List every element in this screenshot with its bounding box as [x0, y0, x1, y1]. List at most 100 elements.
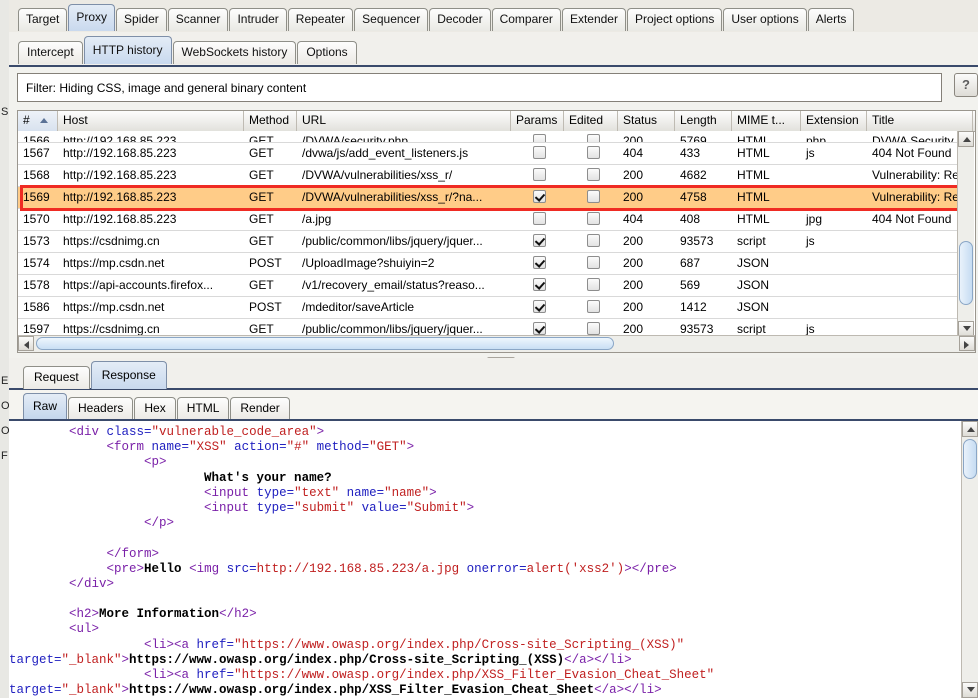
table-row[interactable]: 1586 https://mp.csdn.net POST/mdeditor/sav…	[18, 297, 959, 319]
params-checkbox-icon[interactable]	[533, 300, 546, 313]
params-checkbox-icon[interactable]	[533, 168, 546, 181]
tab-intercept[interactable]: Intercept	[18, 41, 83, 64]
table-row[interactable]: 1574 https://mp.csdn.net POST/UploadImage?…	[18, 253, 959, 275]
edited-checkbox-icon[interactable]	[586, 300, 600, 313]
edited-checkbox-icon[interactable]	[586, 146, 600, 159]
response-vertical-scrollbar[interactable]	[961, 421, 978, 698]
tab-project-options[interactable]: Project options	[626, 8, 723, 31]
tab-alerts[interactable]: Alerts	[807, 8, 855, 31]
tab-user-options[interactable]: User options	[723, 8, 807, 31]
horizontal-scroll-thumb[interactable]	[36, 337, 614, 350]
tab-render[interactable]: Render	[230, 397, 290, 419]
cell-url: /DVWA/vulnerabilities/xss_r/?na...	[302, 190, 483, 204]
tab-comparer[interactable]: Comparer	[491, 8, 561, 31]
scroll-left-arrow-icon[interactable]	[18, 336, 34, 351]
main-tab-row: Target Proxy Spider Scanner Intruder Repeater…	[18, 4, 855, 32]
table-vertical-scrollbar[interactable]	[957, 131, 974, 337]
params-checkbox-icon[interactable]	[533, 278, 546, 291]
edited-checkbox-icon[interactable]	[586, 278, 600, 291]
edited-checkbox-icon[interactable]	[586, 256, 600, 269]
table-row[interactable]: 1566 http://192.168.85.223 GET/DVWA/securi…	[18, 131, 959, 143]
response-scroll-up-arrow-icon[interactable]	[962, 421, 978, 437]
column-header-mime-t-[interactable]: MIME t...	[732, 111, 801, 131]
response-scroll-down-arrow-icon[interactable]	[962, 682, 978, 698]
tab-label: Options	[306, 45, 348, 59]
edited-checkbox-icon[interactable]	[586, 234, 600, 247]
table-row[interactable]: 1568 http://192.168.85.223 GET/DVWA/vulner…	[18, 165, 959, 187]
response-scroll-thumb[interactable]	[963, 439, 977, 479]
tab-options[interactable]: Options	[297, 41, 357, 64]
tab-target[interactable]: Target	[18, 8, 68, 31]
help-icon[interactable]: ?	[954, 73, 978, 97]
filter-bar[interactable]: Filter: Hiding CSS, image and general bi…	[17, 73, 942, 102]
tab-intruder[interactable]: Intruder	[229, 8, 287, 31]
tab-html[interactable]: HTML	[176, 397, 230, 419]
code-token-tag: >	[121, 683, 130, 698]
tab-raw[interactable]: Raw	[23, 393, 68, 419]
vertical-scroll-thumb[interactable]	[959, 241, 973, 305]
tab-request[interactable]: Request	[23, 366, 90, 389]
column-header-status[interactable]: Status	[618, 111, 675, 131]
params-checkbox-icon[interactable]	[533, 256, 546, 269]
main-tab-bar: Target Proxy Spider Scanner Intruder Repeater…	[9, 0, 978, 34]
params-checkbox-icon[interactable]	[533, 234, 546, 247]
code-token-txt: What's your name?	[204, 470, 332, 485]
cell-extension	[801, 165, 867, 186]
column-header-url[interactable]: URL	[297, 111, 511, 131]
tab-proxy[interactable]: Proxy	[68, 4, 116, 31]
tab-http-history[interactable]: HTTP history	[83, 36, 172, 64]
tab-extender[interactable]: Extender	[561, 8, 626, 31]
tab-spider[interactable]: Spider	[116, 8, 167, 31]
tab-repeater[interactable]: Repeater	[287, 8, 354, 31]
tab-response[interactable]: Response	[90, 361, 167, 389]
tab-decoder[interactable]: Decoder	[429, 8, 491, 31]
response-source-code: <div class="vulnerable_code_area"> <form…	[9, 425, 961, 698]
column-header--[interactable]: #	[18, 111, 58, 131]
params-checkbox-icon[interactable]	[533, 322, 546, 335]
tab-label: Spider	[124, 12, 159, 26]
column-header-title[interactable]: Title	[867, 111, 973, 131]
cell-num: 1567	[23, 146, 50, 160]
scroll-up-arrow-icon[interactable]	[958, 131, 974, 147]
table-horizontal-scrollbar[interactable]	[18, 335, 975, 352]
params-checkbox-icon[interactable]	[533, 134, 546, 142]
table-row[interactable]: 1578 https://api-accounts.firefox... GET/v…	[18, 275, 959, 297]
cell-status: 200	[623, 190, 644, 204]
edited-checkbox-icon[interactable]	[586, 168, 600, 181]
table-row[interactable]: 1573 https://csdnimg.cn GET/public/common/…	[18, 231, 959, 253]
column-header-length[interactable]: Length	[675, 111, 732, 131]
http-history-table: # Host Method URL Params Edited Status Length MI…	[17, 110, 976, 353]
column-header-extension[interactable]: Extension	[801, 111, 867, 131]
tab-scanner[interactable]: Scanner	[167, 8, 229, 31]
response-body-pane[interactable]: <div class="vulnerable_code_area"> <form…	[9, 421, 978, 698]
params-checkbox-icon[interactable]	[533, 190, 546, 203]
tab-websockets-history[interactable]: WebSockets history	[172, 41, 297, 64]
edited-checkbox-icon[interactable]	[586, 134, 600, 142]
column-header-method[interactable]: Method	[244, 111, 297, 131]
table-row[interactable]: 1567 http://192.168.85.223 GET/dvwa/js/add…	[18, 143, 959, 165]
scroll-right-arrow-icon[interactable]	[959, 336, 975, 351]
cell-host: http://192.168.85.223	[63, 134, 177, 143]
tab-headers[interactable]: Headers	[68, 397, 134, 419]
cell-mime: JSON	[737, 278, 770, 292]
tab-hex[interactable]: Hex	[134, 397, 176, 419]
tab-sequencer[interactable]: Sequencer	[354, 8, 429, 31]
cell-num: 1569	[23, 190, 50, 204]
edited-checkbox-icon[interactable]	[586, 322, 600, 335]
params-checkbox-icon[interactable]	[533, 146, 546, 159]
column-header-host[interactable]: Host	[58, 111, 244, 131]
params-checkbox-icon[interactable]	[533, 212, 546, 225]
cell-mime: JSON	[737, 300, 770, 314]
column-header-edited[interactable]: Edited	[564, 111, 618, 131]
edited-checkbox-icon[interactable]	[586, 212, 600, 225]
code-token-val: alert('xss2')	[526, 561, 625, 576]
table-row[interactable]: 1570 http://192.168.85.223 GET/a.jpg 404 408…	[18, 209, 959, 231]
edited-checkbox-icon[interactable]	[586, 190, 600, 203]
table-header-row: # Host Method URL Params Edited Status Length MI…	[18, 111, 975, 132]
table-row[interactable]: 1569 http://192.168.85.223 GET/DVWA/vulner…	[18, 187, 959, 209]
cell-host: http://192.168.85.223	[63, 168, 177, 182]
column-header-params[interactable]: Params	[511, 111, 564, 131]
